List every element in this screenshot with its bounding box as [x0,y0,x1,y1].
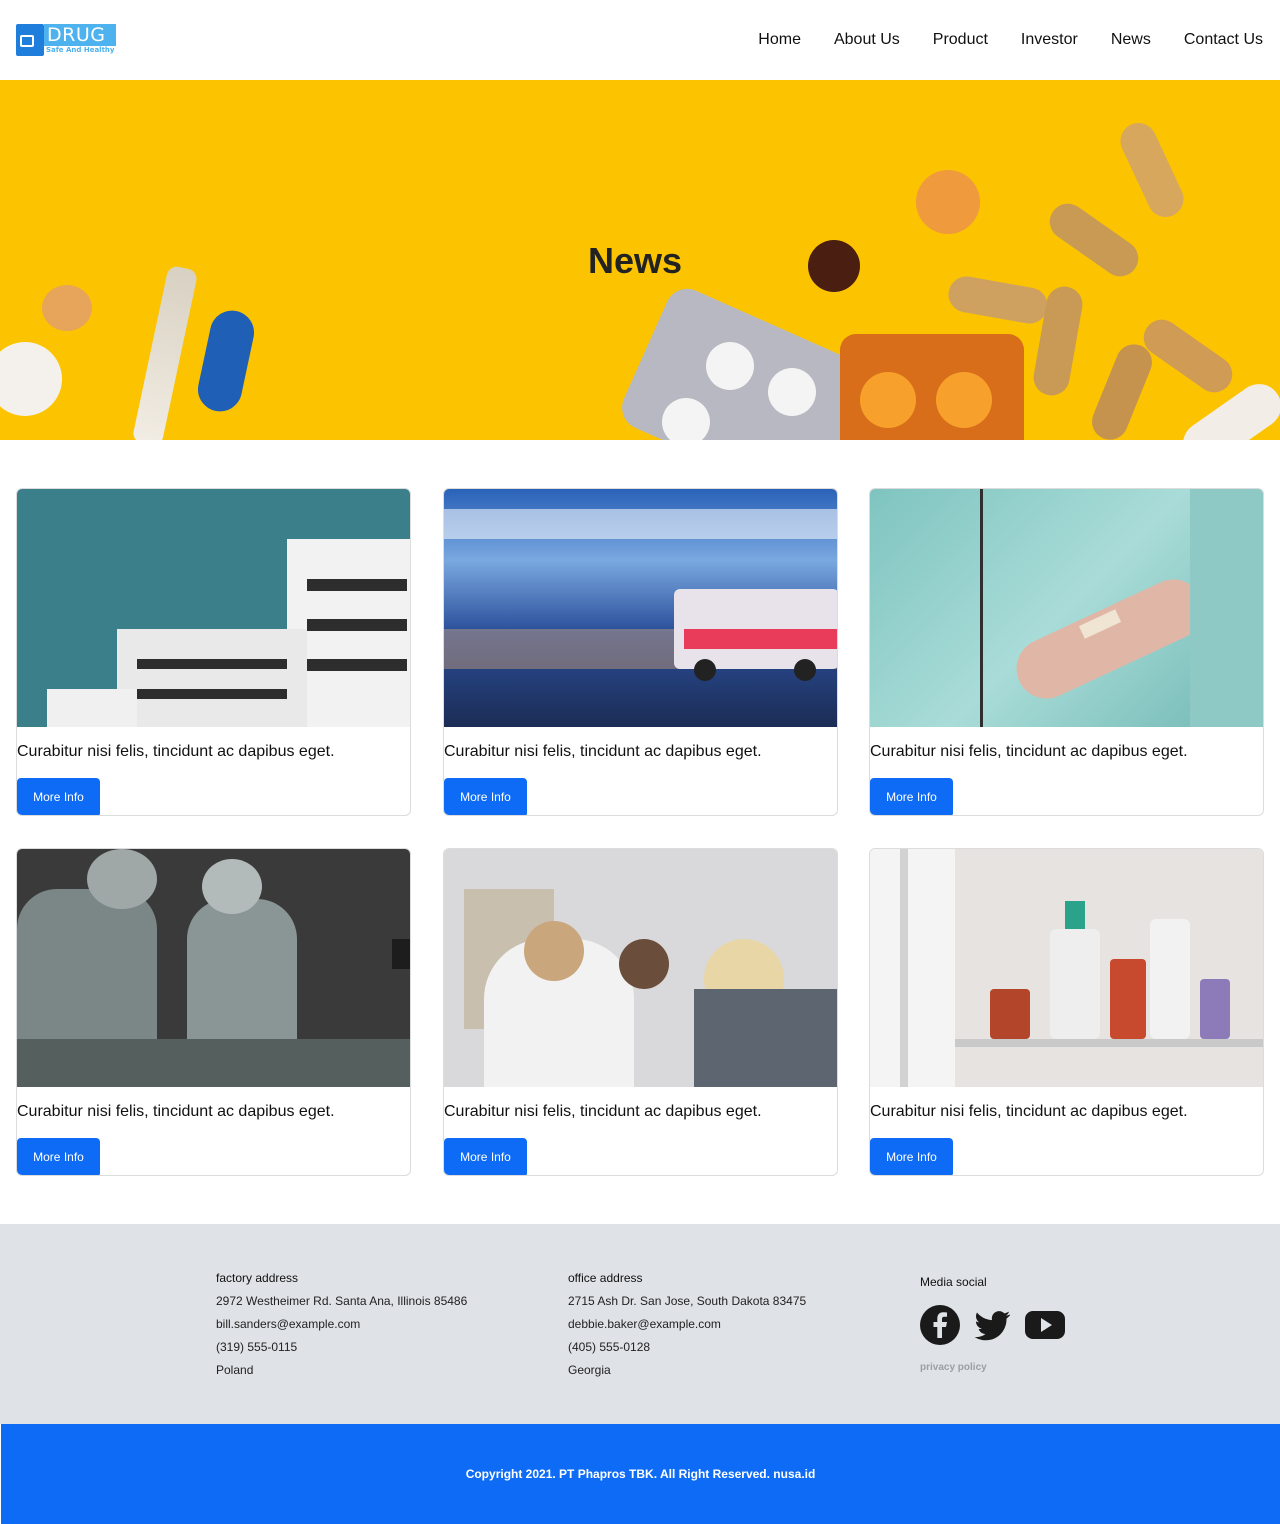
blue-capsule-image [193,306,259,416]
pharmacy-counter-photo [444,849,837,1087]
logo-tagline: Safe And Healthy [46,46,115,54]
office-address-title: office address [568,1271,643,1285]
factory-country: Poland [216,1363,254,1377]
office-country: Georgia [568,1363,611,1377]
factory-address: factory address 2972 Westheimer Rd. Sant… [216,1271,467,1386]
facebook-icon[interactable] [920,1305,960,1350]
copyright-bar: Copyright 2021. PT Phapros TBK. All Righ… [1,1424,1280,1524]
orange-pill-2 [936,372,992,428]
nav-about-us[interactable]: About Us [834,30,900,50]
media-social-title: Media social [920,1275,987,1289]
main-nav: Home About Us Product Investor News Cont… [725,30,1263,50]
white-pill-3 [662,398,710,440]
capsule-1 [1114,117,1190,223]
orange-pill-1 [860,372,916,428]
factory-phone[interactable]: (319) 555-0115 [216,1340,467,1363]
white-tablet-image [0,342,62,416]
factory-street: 2972 Westheimer Rd. Santa Ana, Illinois … [216,1294,468,1308]
card-text: Curabitur nisi felis, tincidunt ac dapib… [17,743,335,760]
factory-address-title: factory address [216,1271,299,1285]
page-title: News [587,240,683,281]
news-card: Curabitur nisi felis, tincidunt ac dapib… [869,488,1264,816]
white-building-photo [17,489,410,727]
medicine-bottles-photo [870,849,1263,1087]
site-footer: factory address 2972 Westheimer Rd. Sant… [0,1224,1280,1424]
youtube-icon[interactable] [1024,1305,1066,1350]
capsule-5 [1136,312,1240,400]
card-text: Curabitur nisi felis, tincidunt ac dapib… [870,743,1188,760]
more-info-button[interactable]: More Info [444,1138,527,1175]
office-email[interactable]: debbie.baker@example.com [568,1317,806,1340]
logo-box-icon [16,24,44,56]
office-phone[interactable]: (405) 555-0128 [568,1340,806,1363]
more-info-button[interactable]: More Info [444,778,527,815]
hero-banner: News [0,80,1280,440]
card-text: Curabitur nisi felis, tincidunt ac dapib… [444,743,762,760]
news-card: Curabitur nisi felis, tincidunt ac dapib… [16,848,411,1176]
news-card: Curabitur nisi felis, tincidunt ac dapib… [443,488,838,816]
surgeons-photo [17,849,410,1087]
card-text: Curabitur nisi felis, tincidunt ac dapib… [17,1103,335,1120]
more-info-button[interactable]: More Info [17,778,100,815]
nav-home[interactable]: Home [758,30,801,50]
more-info-button[interactable]: More Info [870,778,953,815]
orange-round-tablet-image [916,170,980,234]
card-text: Curabitur nisi felis, tincidunt ac dapib… [870,1103,1188,1120]
social-links [920,1305,1078,1350]
nav-contact-us[interactable]: Contact Us [1184,30,1263,50]
factory-email[interactable]: bill.sanders@example.com [216,1317,467,1340]
capsule-6 [1086,338,1158,440]
privacy-policy-link[interactable]: privacy policy [920,1362,987,1373]
twitter-icon[interactable] [972,1305,1012,1350]
white-pill-2 [768,368,816,416]
copyright-text: Copyright 2021. PT Phapros TBK. All Righ… [465,1467,816,1481]
logo[interactable]: DRUG Safe And Healthy [16,22,118,58]
office-street: 2715 Ash Dr. San Jose, South Dakota 8347… [568,1294,807,1308]
more-info-button[interactable]: More Info [17,1138,100,1175]
card-text: Curabitur nisi felis, tincidunt ac dapib… [444,1103,762,1120]
ampoule-image [131,264,199,440]
office-address: office address 2715 Ash Dr. San Jose, So… [568,1271,806,1386]
nav-investor[interactable]: Investor [1021,30,1078,50]
news-card: Curabitur nisi felis, tincidunt ac dapib… [869,848,1264,1176]
news-card: Curabitur nisi felis, tincidunt ac dapib… [443,848,838,1176]
site-header: DRUG Safe And Healthy Home About Us Prod… [0,0,1280,80]
ambulance-photo [444,489,837,727]
nav-news[interactable]: News [1111,30,1151,50]
news-card: Curabitur nisi felis, tincidunt ac dapib… [16,488,411,816]
orange-tablet-image [42,285,92,331]
white-pill-1 [706,342,754,390]
more-info-button[interactable]: More Info [870,1138,953,1175]
iv-drip-hand-photo [870,489,1263,727]
nav-product[interactable]: Product [933,30,988,50]
logo-word: DRUG [44,24,116,46]
